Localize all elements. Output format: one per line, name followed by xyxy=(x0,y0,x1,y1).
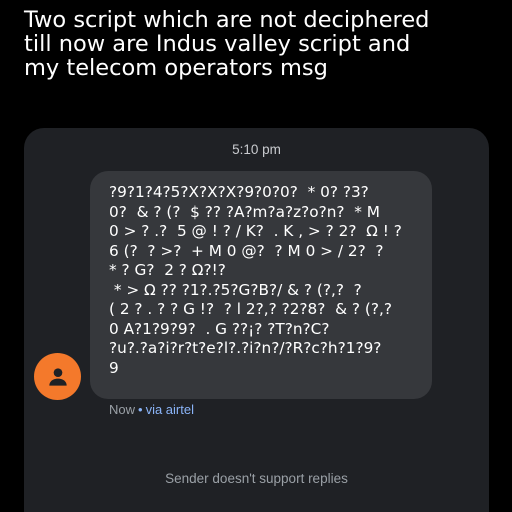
no-reply-notice: Sender doesn't support replies xyxy=(165,471,348,486)
status-text: Now xyxy=(109,402,136,417)
message-status: Now • via airtel xyxy=(109,402,194,417)
message-line: ( 2 ? . ? ? G !? ? l 2?,? ?2?8? & ? (?,? xyxy=(109,300,392,318)
caption-line: Two script which are not deciphered xyxy=(24,7,430,33)
message-line: 0 A?1?9?9? . G ??¡? ?T?n?C? xyxy=(109,319,330,338)
person-icon xyxy=(48,367,67,386)
message-line: * ? G? 2 ? Ω?!? xyxy=(109,261,226,279)
message-line: 0? & ? (? $ ?? ?A?m?a?z?o?n? * M xyxy=(109,202,380,221)
message-line: ?u?.?a?i?r?t?e?l?.?i?n?/?R?c?h?1?9? xyxy=(109,339,382,357)
message-text: ?9?1?4?5?X?X?X?9?0?0? * 0? ?3? 0? & ? (?… xyxy=(109,183,422,378)
message-line: 9 xyxy=(109,358,119,377)
caption-line: till now are Indus valley script and xyxy=(24,31,411,57)
message-bubble[interactable]: ?9?1?4?5?X?X?X?9?0?0? * 0? ?3? 0? & ? (?… xyxy=(90,171,432,399)
status-separator: • xyxy=(138,402,143,417)
message-line: 0 > ? .? 5 @ ! ? / K? . K , > ? 2? Ω ! ? xyxy=(109,222,402,240)
caption-line: my telecom operators msg xyxy=(24,55,328,81)
sender-avatar[interactable] xyxy=(34,353,81,400)
message-line: 6 (? ? >? + M 0 @? ? M 0 > / 2? ? xyxy=(109,241,384,260)
carrier-label: via airtel xyxy=(145,402,194,417)
message-timestamp: 5:10 pm xyxy=(232,142,281,157)
post-caption: Two script which are not deciphered till… xyxy=(24,8,494,80)
conversation-panel: 5:10 pm ?9?1?4?5?X?X?X?9?0?0? * 0? ?3? 0… xyxy=(24,128,489,512)
message-line: * > Ω ?? ?1?.?5?G?B?/ & ? (?,? ? xyxy=(109,280,362,299)
message-line: ?9?1?4?5?X?X?X?9?0?0? * 0? ?3? xyxy=(109,183,369,201)
